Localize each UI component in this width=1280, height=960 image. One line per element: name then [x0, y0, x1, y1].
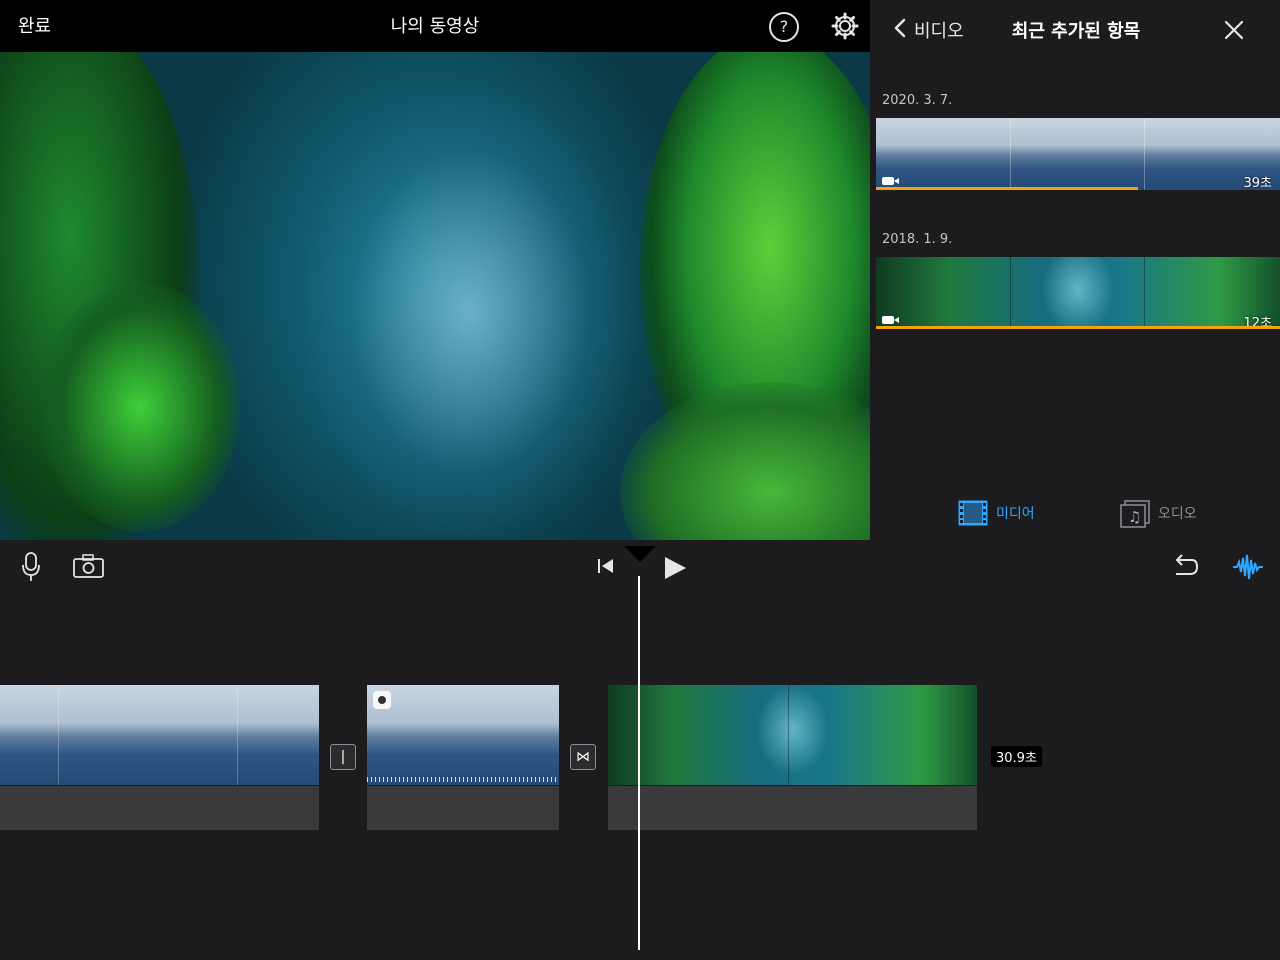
chevron-left-icon[interactable]: [890, 17, 912, 39]
kelp-left-bright: [40, 282, 240, 532]
panel-title: 최근 추가된 항목: [1011, 21, 1141, 42]
transition-none-button[interactable]: |: [330, 744, 356, 770]
timeline-clip-ocean[interactable]: [0, 685, 319, 785]
audio-lane[interactable]: [367, 786, 559, 830]
tab-media-label: 미디어: [996, 506, 1035, 522]
film-icon: [958, 500, 988, 526]
audio-waveform-icon[interactable]: [1233, 552, 1263, 582]
tab-audio-label: 오디오: [1158, 506, 1197, 522]
tab-audio[interactable]: ♫ 오디오: [1118, 498, 1228, 528]
music-note-icon: ♫: [1120, 500, 1150, 528]
ken-burns-icon[interactable]: [373, 691, 391, 709]
playhead[interactable]: [638, 576, 640, 950]
date-label: 2018. 1. 9.: [882, 232, 953, 247]
video-camera-icon: [882, 177, 899, 185]
project-title: 나의 동영상: [390, 16, 480, 37]
playhead-marker: [624, 546, 656, 562]
tab-media[interactable]: 미디어: [956, 498, 1066, 528]
microphone-icon[interactable]: [20, 552, 42, 581]
video-preview[interactable]: [0, 52, 870, 540]
video-thumbnail-kelp[interactable]: 12초: [876, 257, 1280, 329]
audio-lane[interactable]: [608, 786, 977, 830]
timeline[interactable]: | ⋈ 30.9초: [0, 546, 1280, 960]
duration-badge: 39초: [1243, 176, 1272, 190]
timeline-clip-ocean-short[interactable]: [367, 685, 559, 785]
kelp-rock: [620, 382, 870, 540]
camera-icon[interactable]: [73, 554, 105, 578]
used-range-bar: [876, 326, 1280, 329]
play-icon[interactable]: [662, 554, 688, 582]
skip-to-start-icon[interactable]: [596, 556, 616, 576]
timeline-clip-kelp[interactable]: [608, 685, 977, 785]
transition-crossfade-button[interactable]: ⋈: [570, 744, 596, 770]
gear-icon[interactable]: [831, 12, 859, 40]
video-camera-icon: [882, 316, 899, 324]
used-range-bar: [876, 187, 1138, 190]
audio-lane[interactable]: [0, 786, 319, 830]
video-thumbnail-ocean[interactable]: 39초: [876, 118, 1280, 190]
back-button[interactable]: 비디오: [914, 17, 964, 43]
date-label: 2020. 3. 7.: [882, 93, 953, 108]
clip-duration-label: 30.9초: [991, 746, 1042, 767]
undo-icon[interactable]: [1170, 552, 1200, 580]
close-icon[interactable]: [1222, 18, 1246, 42]
help-icon[interactable]: ?: [769, 12, 799, 42]
media-browser-panel: 비디오 최근 추가된 항목 2020. 3. 7. 39초 2018. 1. 9…: [876, 0, 1280, 540]
svg-text:♫: ♫: [1128, 508, 1141, 526]
